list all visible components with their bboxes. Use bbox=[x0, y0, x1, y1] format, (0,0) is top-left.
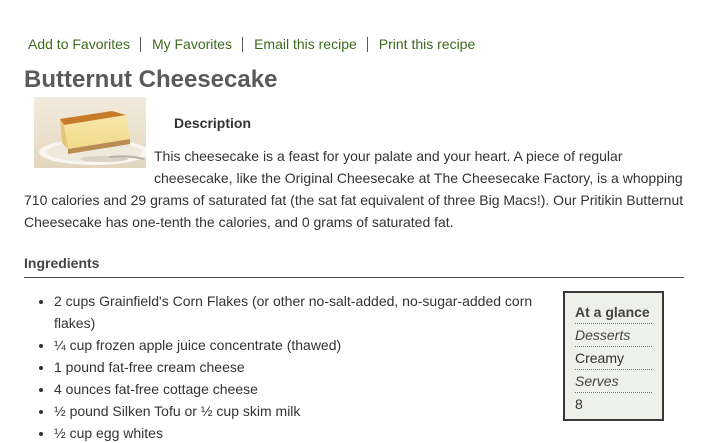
add-to-favorites-link[interactable]: Add to Favorites bbox=[28, 35, 130, 53]
glance-title: At a glance bbox=[575, 301, 652, 324]
recipe-title: Butternut Cheesecake bbox=[24, 66, 278, 93]
glance-serves-value: 8 bbox=[575, 396, 583, 412]
email-recipe-link[interactable]: Email this recipe bbox=[254, 35, 357, 53]
description-heading: Description bbox=[174, 115, 252, 131]
separator bbox=[139, 36, 141, 52]
list-item: 1 pound fat-free cream cheese bbox=[54, 356, 574, 378]
list-item: ½ pound Silken Tofu or ½ cup skim milk bbox=[54, 400, 574, 422]
glance-category-value: Creamy bbox=[575, 347, 652, 370]
ingredients-heading: Ingredients bbox=[24, 255, 100, 271]
my-favorites-link[interactable]: My Favorites bbox=[152, 35, 232, 53]
list-item: ¼ cup frozen apple juice concentrate (th… bbox=[54, 334, 574, 356]
recipe-page: Add to Favorites My Favorites Email this… bbox=[0, 0, 718, 443]
list-item: ½ cup egg whites bbox=[54, 422, 574, 443]
glance-serves-label: Serves bbox=[575, 370, 652, 393]
separator bbox=[242, 36, 244, 52]
ingredient-list: 2 cups Grainfield's Corn Flakes (or othe… bbox=[36, 290, 574, 443]
list-item: 4 ounces fat-free cottage cheese bbox=[54, 378, 574, 400]
separator bbox=[366, 36, 368, 52]
description-text: This cheesecake is a feast for your pala… bbox=[24, 145, 689, 233]
recipe-actions: Add to Favorites My Favorites Email this… bbox=[28, 35, 475, 53]
print-recipe-link[interactable]: Print this recipe bbox=[379, 35, 475, 53]
divider bbox=[24, 277, 684, 278]
at-a-glance-box: At a glance Desserts Creamy Serves 8 bbox=[563, 291, 664, 421]
list-item: 2 cups Grainfield's Corn Flakes (or othe… bbox=[54, 290, 574, 334]
photo-spacer bbox=[24, 145, 154, 187]
glance-category-label: Desserts bbox=[575, 324, 652, 347]
